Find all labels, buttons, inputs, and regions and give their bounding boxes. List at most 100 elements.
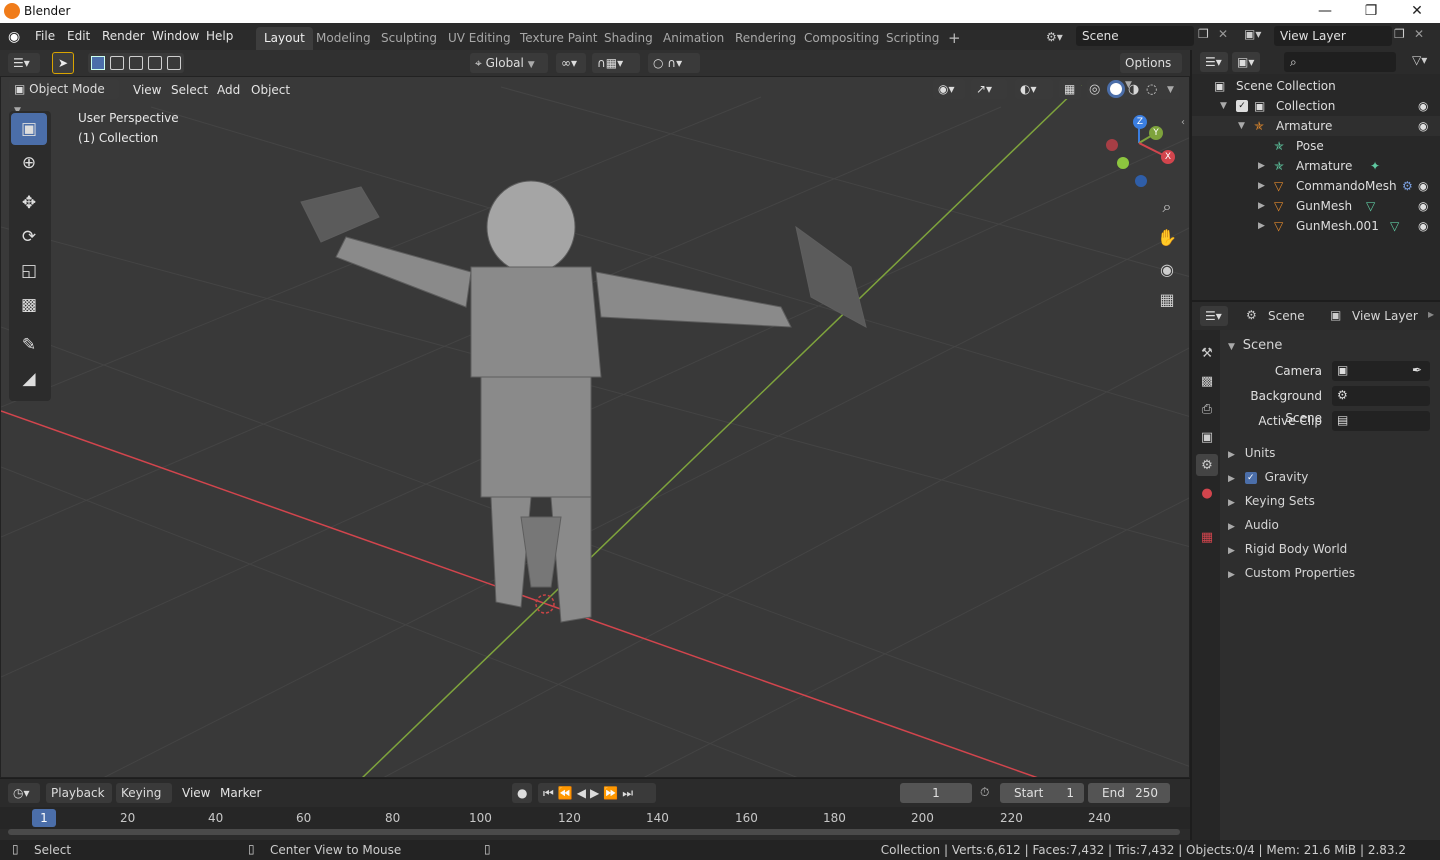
filter-icon[interactable]: ▽▾	[1412, 53, 1427, 67]
expand-arrow-icon[interactable]: ▼	[1220, 96, 1227, 116]
menu-file[interactable]: File	[29, 27, 61, 46]
scene-panel-header[interactable]: ▼ Scene	[1228, 334, 1436, 356]
playhead[interactable]: 1	[32, 809, 56, 827]
scale-tool-icon[interactable]: ◱	[11, 255, 47, 287]
play-reverse-icon[interactable]: ◀	[577, 786, 590, 800]
tab-animation[interactable]: Animation	[655, 27, 732, 50]
rendered-shading-icon[interactable]: ◌	[1146, 82, 1157, 97]
transform-orientation-dropdown[interactable]: ⌖ Global ▼	[470, 53, 548, 73]
properties-view-layer-label[interactable]: View Layer	[1352, 309, 1418, 323]
select-tool-icon[interactable]: ➤	[52, 52, 74, 74]
options-dropdown[interactable]: Options ▼	[1120, 53, 1182, 90]
visibility-icon[interactable]: ◉▾	[933, 79, 965, 99]
proportional-edit-icon[interactable]: ○ ∩▾	[648, 53, 700, 73]
x-axis-icon[interactable]: X	[1161, 150, 1175, 164]
eyedropper-icon[interactable]: ✒	[1412, 363, 1422, 377]
blender-menu-icon[interactable]: ◉	[8, 28, 26, 46]
tool-tab-icon[interactable]: ⚒	[1196, 342, 1218, 364]
navigation-gizmo[interactable]: Z Y X	[1101, 113, 1181, 193]
play-icon[interactable]: ▶	[590, 786, 603, 800]
outliner-row-gunmesh-001[interactable]: ▶ ▽ GunMesh.001 ▽ ◉	[1192, 216, 1440, 236]
wireframe-shading-icon[interactable]: ◎	[1089, 82, 1100, 97]
tab-scripting[interactable]: Scripting	[878, 27, 947, 50]
perspective-toggle-icon[interactable]: ▦	[1153, 285, 1181, 313]
y-axis-icon[interactable]: Y	[1149, 126, 1163, 140]
outliner-search-input[interactable]: ⌕	[1284, 52, 1396, 72]
select-invert-icon[interactable]	[148, 56, 162, 70]
eye-icon[interactable]: ◉	[1418, 176, 1428, 196]
tab-texture-paint[interactable]: Texture Paint	[512, 27, 605, 50]
move-tool-icon[interactable]: ✥	[11, 187, 47, 219]
eye-icon[interactable]: ◉	[1418, 216, 1428, 236]
outliner-row-pose[interactable]: ✯ Pose	[1192, 136, 1440, 156]
scene-tab-icon[interactable]: ⚙	[1196, 454, 1218, 476]
playback-menu[interactable]: Playback ▼	[46, 783, 112, 820]
view-layer-selector[interactable]: View Layer	[1274, 26, 1392, 46]
select-box-tool-icon[interactable]: ▣	[11, 113, 47, 145]
minimize-icon[interactable]: —	[1302, 0, 1348, 23]
3d-viewport[interactable]: ▣ Object Mode ▼ View Select Add Object ◉…	[0, 76, 1190, 778]
subpanel-gravity[interactable]: ▶ ✓ Gravity	[1228, 466, 1436, 488]
properties-editor-type-icon[interactable]: ☰▾	[1200, 306, 1228, 326]
subpanel-audio[interactable]: ▶ Audio	[1228, 514, 1436, 536]
new-view-layer-icon[interactable]: ❐	[1394, 27, 1405, 41]
select-intersect-icon[interactable]	[167, 56, 181, 70]
end-frame-field[interactable]: End 250	[1088, 783, 1170, 803]
tab-rendering[interactable]: Rendering	[727, 27, 804, 50]
jump-start-icon[interactable]: ⏮	[543, 786, 558, 800]
outliner-row-armature[interactable]: ▼ ✯ Armature ◉	[1192, 116, 1440, 136]
scene-browse-icon[interactable]: ⚙▾	[1046, 27, 1074, 47]
expand-arrow-icon[interactable]: ▶	[1258, 156, 1265, 176]
delete-view-layer-icon[interactable]: ✕	[1414, 27, 1424, 41]
mode-dropdown[interactable]: ▣ Object Mode ▼	[9, 79, 119, 116]
texture-tab-icon[interactable]: ▦	[1196, 526, 1218, 548]
new-scene-icon[interactable]: ❐	[1198, 27, 1209, 41]
pan-hand-icon[interactable]: ✋	[1153, 223, 1181, 251]
view-layer-tab-icon[interactable]: ▣	[1196, 426, 1218, 448]
menu-edit[interactable]: Edit	[61, 27, 96, 46]
tab-shading[interactable]: Shading	[596, 27, 661, 50]
viewport-menu-select[interactable]: Select	[165, 80, 214, 100]
outliner-row-armature-data[interactable]: ▶ ✯ Armature ✦	[1192, 156, 1440, 176]
tab-layout[interactable]: Layout	[256, 27, 313, 50]
cursor-tool-icon[interactable]: ⊕	[11, 147, 47, 179]
sidebar-toggle-icon[interactable]: ‹	[1181, 117, 1185, 128]
outliner-editor-type-icon[interactable]: ☰▾	[1200, 52, 1228, 72]
add-workspace-icon[interactable]: +	[940, 27, 969, 50]
properties-scene-label[interactable]: Scene	[1268, 309, 1305, 323]
display-mode-icon[interactable]: ▣▾	[1232, 52, 1260, 72]
current-frame-field[interactable]: 1	[900, 783, 972, 803]
editor-type-icon[interactable]: ☰▾	[8, 53, 40, 73]
eye-icon[interactable]: ◉	[1418, 196, 1428, 216]
restore-icon[interactable]: ❐	[1348, 0, 1394, 23]
close-icon[interactable]: ✕	[1394, 0, 1440, 23]
rotate-tool-icon[interactable]: ⟳	[11, 221, 47, 253]
select-subtract-icon[interactable]	[129, 56, 143, 70]
checkbox-icon[interactable]: ✓	[1236, 100, 1248, 112]
snap-icon[interactable]: ∩▦▾	[592, 53, 640, 73]
jump-end-icon[interactable]: ⏭	[622, 786, 637, 800]
viewport-menu-object[interactable]: Object	[245, 80, 296, 100]
subpanel-rigid-body-world[interactable]: ▶ Rigid Body World	[1228, 538, 1436, 560]
annotate-tool-icon[interactable]: ✎	[11, 329, 47, 361]
outliner-row-gunmesh[interactable]: ▶ ▽ GunMesh ▽ ◉	[1192, 196, 1440, 216]
background-scene-field[interactable]: ⚙	[1332, 386, 1430, 406]
keying-menu[interactable]: Keying ▼	[116, 783, 172, 820]
pivot-point-icon[interactable]: ∞▾	[556, 53, 586, 73]
output-tab-icon[interactable]: ⎙	[1196, 398, 1218, 420]
delete-scene-icon[interactable]: ✕	[1218, 27, 1228, 41]
expand-arrow-icon[interactable]: ▼	[1238, 116, 1245, 136]
viewport-menu-view[interactable]: View	[127, 80, 167, 100]
tab-compositing[interactable]: Compositing	[796, 27, 887, 50]
start-frame-field[interactable]: Start 1	[1000, 783, 1084, 803]
world-tab-icon[interactable]: ●	[1196, 482, 1218, 504]
subpanel-custom-properties[interactable]: ▶ Custom Properties	[1228, 562, 1436, 584]
stopwatch-icon[interactable]: ⏱	[980, 785, 989, 800]
timeline-editor-type-icon[interactable]: ◷▾	[8, 783, 40, 803]
tab-uv-editing[interactable]: UV Editing	[440, 27, 519, 50]
expand-arrow-icon[interactable]: ▶	[1258, 196, 1265, 216]
tab-sculpting[interactable]: Sculpting	[373, 27, 445, 50]
camera-field[interactable]: ▣ ✒	[1332, 361, 1430, 381]
z-axis-icon[interactable]: Z	[1133, 115, 1147, 129]
solid-shading-icon[interactable]	[1107, 80, 1125, 98]
